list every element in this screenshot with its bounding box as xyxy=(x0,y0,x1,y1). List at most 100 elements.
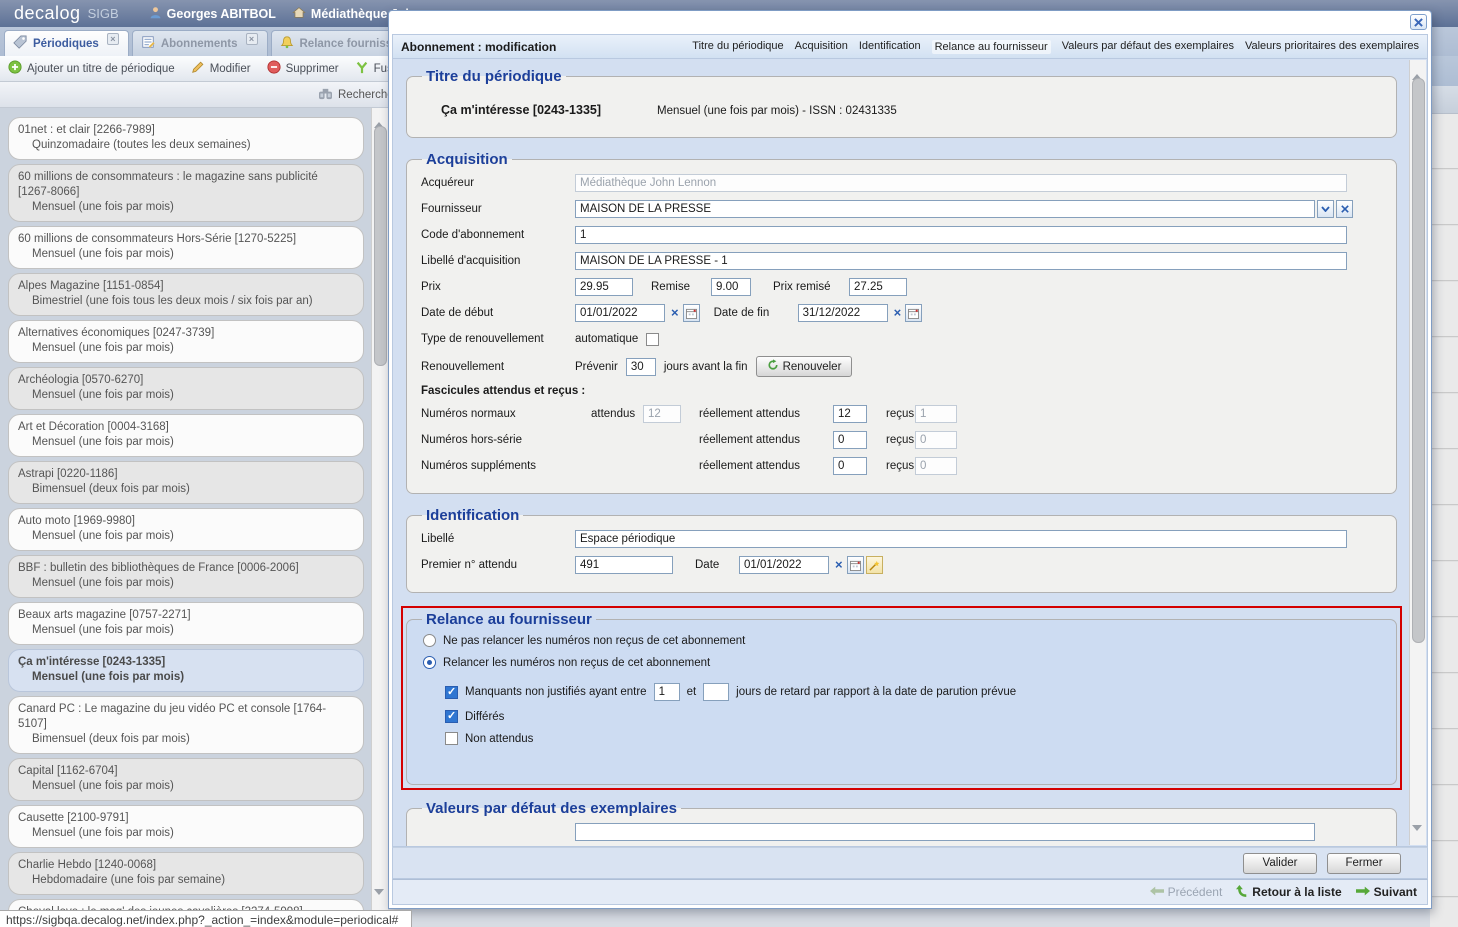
delete-button[interactable]: Supprimer xyxy=(267,60,339,77)
prix-input[interactable] xyxy=(575,278,633,296)
valider-label: Valider xyxy=(1263,857,1298,869)
prevenir-input[interactable] xyxy=(626,358,656,376)
list-item[interactable]: Canard PC : Le magazine du jeu vidéo PC … xyxy=(8,696,364,754)
scroll-down-icon[interactable] xyxy=(1412,831,1424,843)
list-item[interactable]: Alternatives économiques [0247-3739] Men… xyxy=(8,320,364,363)
current-user[interactable]: Georges ABITBOL xyxy=(149,6,276,22)
checkbox-manquants[interactable]: Manquants non justifiés ayant entre et j… xyxy=(445,683,1382,701)
periodical-title: Alternatives économiques [0247-3739] xyxy=(18,326,353,341)
calendar-icon[interactable] xyxy=(683,304,700,322)
row-fournisseur: Fournisseur xyxy=(421,200,1382,218)
checkbox-non-attendus[interactable]: Non attendus xyxy=(445,732,1382,745)
list-item[interactable]: 01net : et clair [2266-7989] Quinzomadai… xyxy=(8,117,364,160)
modal-button-bar: Valider Fermer xyxy=(392,847,1428,879)
radio-ne-pas-relancer[interactable]: Ne pas relancer les numéros non reçus de… xyxy=(423,634,1382,647)
checkbox-icon[interactable] xyxy=(445,732,458,745)
premier-numero-label: Premier n° attendu xyxy=(421,559,575,571)
radio-icon[interactable] xyxy=(423,656,436,669)
checkbox-icon[interactable] xyxy=(445,710,458,723)
tab-abonnements[interactable]: Abonnements × xyxy=(132,30,268,56)
recus-input xyxy=(915,431,957,449)
list-item[interactable]: Causette [2100-9791] Mensuel (une fois p… xyxy=(8,805,364,848)
checkbox-differes[interactable]: Différés xyxy=(445,710,1382,723)
recus-input xyxy=(915,405,957,423)
close-icon[interactable] xyxy=(1410,14,1427,30)
date-debut-input[interactable] xyxy=(575,304,665,322)
merge-icon xyxy=(355,60,369,77)
retour-liste-link[interactable]: Retour à la liste xyxy=(1236,884,1341,901)
prix-remise-input[interactable] xyxy=(849,278,907,296)
link-valeurs-prioritaires[interactable]: Valeurs prioritaires des exemplaires xyxy=(1245,40,1419,54)
list-item[interactable]: Archéologia [0570-6270] Mensuel (une foi… xyxy=(8,367,364,410)
list-item[interactable]: Alpes Magazine [1151-0854] Bimestriel (u… xyxy=(8,273,364,316)
list-item[interactable]: Astrapi [0220-1186] Bimensuel (deux fois… xyxy=(8,461,364,504)
list-item[interactable]: 60 millions de consommateurs Hors-Série … xyxy=(8,226,364,269)
code-input[interactable] xyxy=(575,226,1347,244)
modal-scrollbar[interactable] xyxy=(1409,60,1426,845)
link-relance-fournisseur[interactable]: Relance au fournisseur xyxy=(932,40,1051,54)
date-fin-input[interactable] xyxy=(798,304,888,322)
scrollbar-thumb[interactable] xyxy=(1412,78,1425,643)
search-button[interactable]: Recherche xyxy=(318,87,394,103)
reellement-attendus-input[interactable] xyxy=(833,405,867,423)
tab-close-icon[interactable]: × xyxy=(246,33,258,45)
clear-date-icon[interactable]: × xyxy=(671,304,679,322)
scroll-down-icon[interactable] xyxy=(374,895,386,907)
libelle-acq-input[interactable] xyxy=(575,252,1347,270)
remise-input[interactable] xyxy=(711,278,751,296)
automatique-checkbox[interactable] xyxy=(646,333,659,346)
link-identification[interactable]: Identification xyxy=(859,40,921,54)
scroll-up-icon[interactable] xyxy=(374,110,386,122)
fournisseur-input[interactable] xyxy=(575,200,1315,218)
calendar-icon[interactable] xyxy=(905,304,922,322)
list-item[interactable]: Capital [1162-6704] Mensuel (une fois pa… xyxy=(8,758,364,801)
remise-label: Remise xyxy=(651,281,697,293)
chevron-down-icon[interactable] xyxy=(1317,200,1334,218)
valider-button[interactable]: Valider xyxy=(1243,853,1317,874)
jours-max-input[interactable] xyxy=(703,683,729,701)
magic-wand-icon[interactable] xyxy=(866,556,883,574)
list-item[interactable]: Art et Décoration [0004-3168] Mensuel (u… xyxy=(8,414,364,457)
scrollbar-thumb[interactable] xyxy=(374,126,387,366)
row-libelle-acquisition: Libellé d'acquisition xyxy=(421,252,1382,270)
clear-date-icon[interactable]: × xyxy=(894,304,902,322)
sidebar-scrollbar[interactable] xyxy=(371,108,388,927)
clear-field-icon[interactable] xyxy=(1336,200,1353,218)
suivant-link[interactable]: Suivant xyxy=(1356,885,1417,899)
reellement-attendus-input[interactable] xyxy=(833,431,867,449)
periodical-frequency: Mensuel (une fois par mois) xyxy=(18,623,353,638)
jours-min-input[interactable] xyxy=(654,683,680,701)
fermer-button[interactable]: Fermer xyxy=(1327,853,1401,874)
modify-button[interactable]: Modifier xyxy=(191,60,251,77)
identification-date-input[interactable] xyxy=(739,556,829,574)
radio-relancer[interactable]: Relancer les numéros non reçus de cet ab… xyxy=(423,656,1382,669)
radio-icon[interactable] xyxy=(423,634,436,647)
list-item[interactable]: BBF : bulletin des bibliothèques de Fran… xyxy=(8,555,364,598)
periodical-frequency: Mensuel (une fois par mois) xyxy=(18,200,353,215)
tab-close-icon[interactable]: × xyxy=(107,33,119,45)
list-item[interactable]: Beaux arts magazine [0757-2271] Mensuel … xyxy=(8,602,364,645)
list-item[interactable]: 60 millions de consommateurs : le magazi… xyxy=(8,164,364,222)
link-valeurs-defaut[interactable]: Valeurs par défaut des exemplaires xyxy=(1062,40,1234,54)
renouveler-button[interactable]: Renouveler xyxy=(756,356,853,377)
libelle-input[interactable] xyxy=(575,530,1347,548)
tab-periodiques[interactable]: Périodiques × xyxy=(4,30,129,56)
calendar-icon[interactable] xyxy=(847,556,864,574)
fournisseur-label: Fournisseur xyxy=(421,203,575,215)
list-item[interactable]: Charlie Hebdo [1240-0068] Hebdomadaire (… xyxy=(8,852,364,895)
link-titre-periodique[interactable]: Titre du périodique xyxy=(692,40,783,54)
scroll-up-icon[interactable] xyxy=(1412,62,1424,74)
legend-relance: Relance au fournisseur xyxy=(422,611,596,628)
clear-date-icon[interactable]: × xyxy=(835,556,843,574)
precedent-link[interactable]: Précédent xyxy=(1150,885,1223,899)
valeurs-input[interactable] xyxy=(575,823,1315,841)
premier-numero-input[interactable] xyxy=(575,556,673,574)
link-acquisition[interactable]: Acquisition xyxy=(795,40,848,54)
renew-icon xyxy=(767,359,779,374)
reellement-attendus-input[interactable] xyxy=(833,457,867,475)
list-item[interactable]: Ça m'intéresse [0243-1335] Mensuel (une … xyxy=(8,649,364,692)
add-icon xyxy=(8,60,22,77)
checkbox-icon[interactable] xyxy=(445,686,458,699)
list-item[interactable]: Auto moto [1969-9980] Mensuel (une fois … xyxy=(8,508,364,551)
add-periodical-button[interactable]: Ajouter un titre de périodique xyxy=(8,60,175,77)
